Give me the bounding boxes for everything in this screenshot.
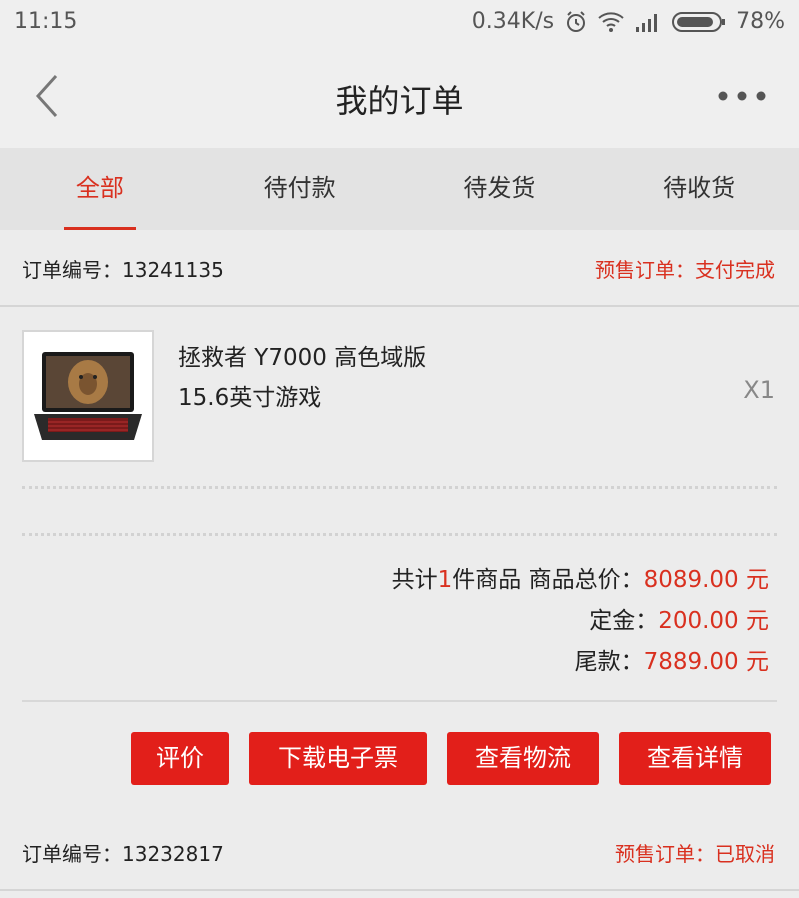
balance-label: 尾款： xyxy=(574,649,644,675)
product-quantity: X1 xyxy=(743,376,775,404)
order-header: 订单编号：13232817 预售订单：已取消 xyxy=(0,816,799,880)
order-number: 订单编号：13232817 xyxy=(22,842,224,866)
order-tabs: 全部 待付款 待发货 待收货 xyxy=(0,148,799,230)
order-status: 预售订单：已取消 xyxy=(615,842,775,866)
product-thumbnail[interactable] xyxy=(22,330,154,462)
tab-pending-receipt[interactable]: 待收货 xyxy=(599,148,799,230)
order-header: 订单编号：13241135 预售订单：支付完成 xyxy=(0,232,799,296)
count-suffix: 件商品 商品总价： xyxy=(452,567,644,593)
alarm-icon xyxy=(564,10,588,34)
product-name[interactable]: 拯救者 Y7000 高色域版 15.6英寸游戏 xyxy=(178,338,438,418)
tab-all[interactable]: 全部 xyxy=(0,148,200,230)
dashed-divider xyxy=(22,533,777,536)
divider xyxy=(22,700,777,702)
view-details-button[interactable]: 查看详情 xyxy=(619,732,771,785)
more-button[interactable] xyxy=(717,88,767,104)
more-dots-icon xyxy=(718,91,766,101)
review-button[interactable]: 评价 xyxy=(131,732,229,785)
deposit-label: 定金： xyxy=(589,608,659,634)
product-row[interactable]: 拯救者 Y7000 高色域版 15.6英寸游戏 X1 xyxy=(0,308,799,478)
tab-pending-shipment[interactable]: 待发货 xyxy=(400,148,600,230)
deposit-amount: 200.00 元 xyxy=(658,608,769,634)
status-indicators: 0.34K/s 78% xyxy=(472,9,785,34)
balance-amount: 7889.00 元 xyxy=(643,649,769,675)
summary-total-line: 共计1件商品 商品总价：8089.00 元 xyxy=(392,560,769,601)
order-status: 预售订单：支付完成 xyxy=(595,258,775,282)
dashed-divider xyxy=(22,486,777,489)
status-time: 11:15 xyxy=(14,9,78,34)
divider xyxy=(0,889,799,891)
signal-icon xyxy=(634,11,662,33)
order-summary: 共计1件商品 商品总价：8089.00 元 定金：200.00 元 尾款：788… xyxy=(392,560,769,683)
app-header: 我的订单 xyxy=(0,48,799,148)
summary-balance-line: 尾款：7889.00 元 xyxy=(392,642,769,683)
item-count: 1 xyxy=(437,567,453,593)
wifi-icon xyxy=(598,11,624,33)
divider xyxy=(0,305,799,307)
order-actions: 评价 下载电子票 查看物流 查看详情 xyxy=(131,732,771,785)
battery-icon xyxy=(672,11,726,33)
download-eticket-button[interactable]: 下载电子票 xyxy=(249,732,427,785)
status-bar: 11:15 0.34K/s 78% xyxy=(0,0,799,48)
summary-deposit-line: 定金：200.00 元 xyxy=(392,601,769,642)
laptop-image xyxy=(24,332,152,460)
page-title: 我的订单 xyxy=(335,82,464,120)
view-logistics-button[interactable]: 查看物流 xyxy=(447,732,599,785)
order-number: 订单编号：13241135 xyxy=(22,258,224,282)
tab-pending-payment[interactable]: 待付款 xyxy=(200,148,400,230)
battery-percent: 78% xyxy=(736,9,785,34)
count-prefix: 共计 xyxy=(391,567,438,593)
net-speed: 0.34K/s xyxy=(471,9,555,34)
total-price: 8089.00 元 xyxy=(643,567,769,593)
